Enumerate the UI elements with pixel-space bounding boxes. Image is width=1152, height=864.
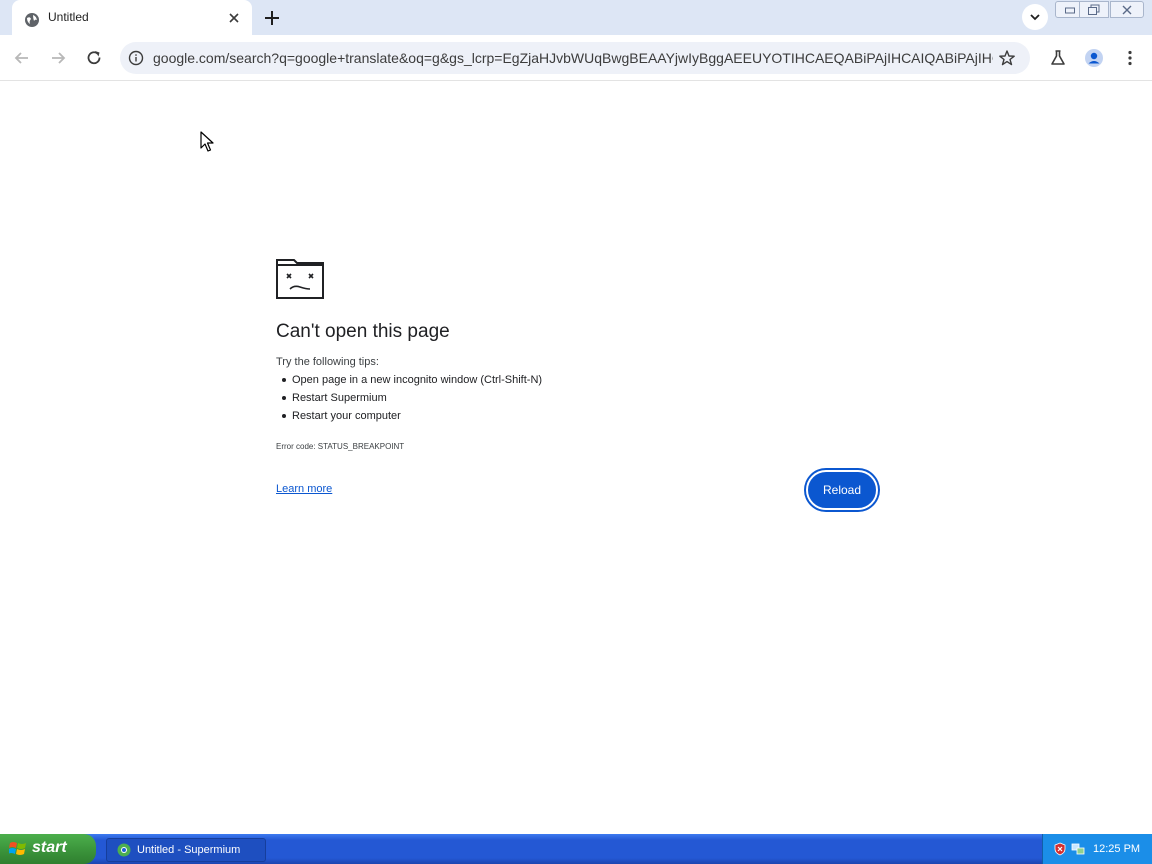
error-title: Can't open this page (276, 321, 450, 342)
sad-folder-icon (276, 259, 324, 299)
error-code: Error code: STATUS_BREAKPOINT (276, 442, 405, 451)
restore-icon (1088, 4, 1100, 15)
tab-untitled[interactable]: Untitled (12, 0, 252, 35)
tip-item: Restart Supermium (276, 390, 542, 408)
restore-button[interactable] (1079, 1, 1109, 18)
experiments-flask-icon[interactable] (1048, 48, 1068, 68)
forward-icon[interactable] (48, 48, 68, 68)
menu-kebab-icon[interactable] (1120, 48, 1140, 68)
clock: 12:25 PM (1093, 843, 1141, 855)
reload-button[interactable]: Reload (806, 470, 878, 510)
window-close-button[interactable] (1110, 1, 1144, 18)
security-shield-icon[interactable] (1053, 842, 1067, 856)
tab-search-button[interactable] (1022, 4, 1048, 30)
tab-title: Untitled (48, 10, 89, 24)
url-text[interactable]: google.com/search?q=google+translate&oq=… (153, 50, 993, 66)
error-page: Can't open this page Try the following t… (0, 82, 1152, 834)
close-icon (1122, 5, 1132, 14)
learn-more-link[interactable]: Learn more (276, 483, 332, 495)
tip-item: Restart your computer (276, 408, 542, 426)
back-icon[interactable] (12, 48, 32, 68)
site-info-icon[interactable] (128, 50, 144, 66)
profile-avatar-icon[interactable] (1084, 48, 1104, 68)
minimize-icon (1065, 7, 1075, 13)
system-tray: 12:25 PM (1042, 834, 1152, 864)
address-bar[interactable]: google.com/search?q=google+translate&oq=… (120, 42, 1030, 74)
tips-heading: Try the following tips: (276, 356, 379, 368)
mouse-cursor-icon (200, 131, 214, 152)
reload-icon[interactable] (84, 48, 104, 68)
browser-window: Untitled google.com/search?q=google+tran… (0, 0, 1152, 834)
taskbar-item-supermium[interactable]: Untitled - Supermium (106, 838, 266, 862)
taskbar-item-label: Untitled - Supermium (137, 844, 241, 856)
tab-strip: Untitled (0, 0, 1152, 35)
chevron-down-icon (1030, 14, 1040, 21)
new-tab-icon[interactable] (262, 8, 282, 28)
start-button[interactable]: start (0, 834, 96, 864)
browser-toolbar: google.com/search?q=google+translate&oq=… (0, 35, 1152, 81)
taskbar: start Untitled - Supermium 12:25 PM (0, 834, 1152, 864)
windows-logo-icon (9, 842, 26, 855)
tip-item: Open page in a new incognito window (Ctr… (276, 372, 542, 390)
supermium-app-icon (117, 843, 131, 857)
globe-icon (25, 13, 39, 27)
bookmark-star-icon[interactable] (998, 49, 1016, 67)
network-icon[interactable] (1071, 842, 1085, 856)
tab-close-icon[interactable] (226, 10, 242, 26)
tips-list: Open page in a new incognito window (Ctr… (276, 372, 542, 426)
start-label: start (32, 839, 67, 856)
